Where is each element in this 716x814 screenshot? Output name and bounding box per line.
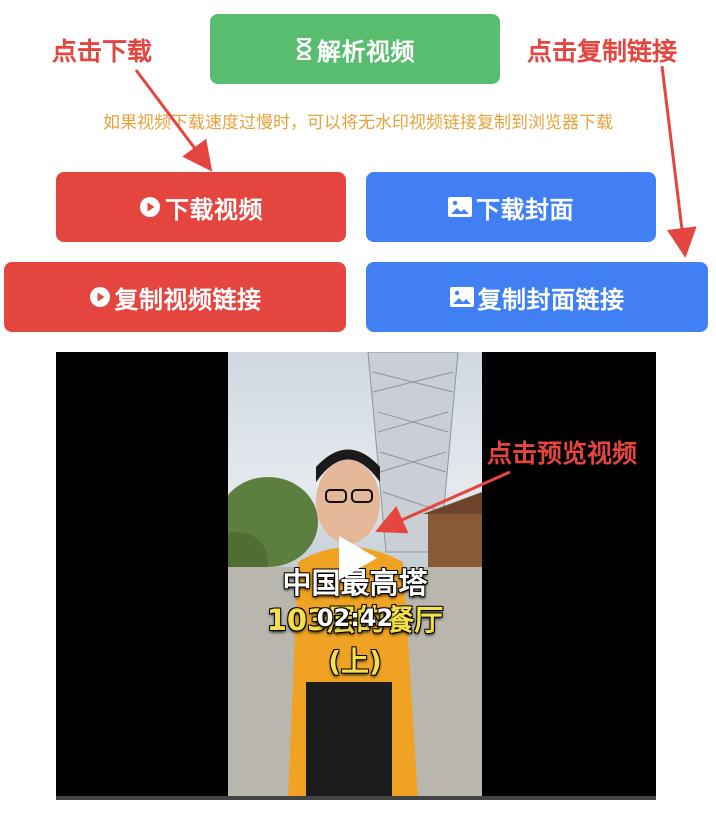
annotation-click-download: 点击下载 — [52, 37, 153, 66]
parse-video-label: 解析视频 — [317, 37, 415, 66]
video-frame: 中国最高塔 103层的餐厅 (上) 02:42 — [228, 352, 482, 800]
copy-cover-link-button[interactable]: 复制封面链接 — [366, 262, 708, 332]
copy-video-link-label: 复制视频链接 — [114, 285, 262, 314]
annotation-click-copy-link: 点击复制链接 — [527, 37, 678, 66]
video-duration: 02:42 — [316, 604, 394, 632]
speed-tip: 如果视频下载速度过慢时，可以将无水印视频链接复制到浏览器下载 — [103, 113, 613, 133]
video-progress-bar[interactable] — [56, 796, 656, 800]
parse-video-button[interactable]: 解析视频 — [210, 14, 500, 84]
copy-cover-link-label: 复制封面链接 — [477, 285, 625, 314]
video-preview[interactable]: 中国最高塔 103层的餐厅 (上) 02:42 — [56, 352, 656, 800]
play-button[interactable] — [327, 530, 383, 586]
image-icon — [448, 197, 472, 217]
play-icon — [339, 536, 377, 580]
download-cover-button[interactable]: 下载封面 — [366, 172, 656, 242]
caption-line-3: (上) — [328, 645, 382, 678]
play-icon — [139, 196, 161, 218]
annotation-click-preview: 点击预览视频 — [487, 439, 638, 468]
download-video-label: 下载视频 — [165, 195, 263, 224]
arrow-copy-link — [660, 65, 697, 258]
download-cover-label: 下载封面 — [476, 195, 574, 224]
hourglass-icon — [295, 38, 313, 60]
copy-video-link-button[interactable]: 复制视频链接 — [4, 262, 346, 332]
download-video-button[interactable]: 下载视频 — [56, 172, 346, 242]
image-icon — [449, 287, 474, 307]
play-icon — [89, 286, 111, 308]
